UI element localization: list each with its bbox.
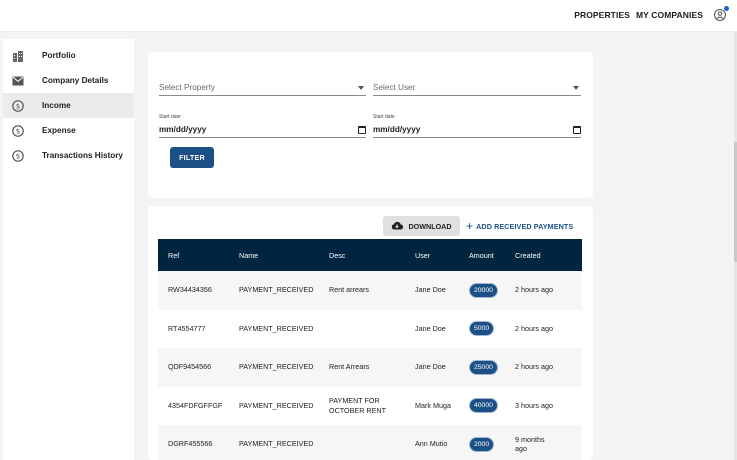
cell-created: 2 hours ago — [515, 323, 553, 333]
cell-desc: Rent Arrears — [329, 362, 370, 372]
account-circle-icon[interactable] — [713, 6, 729, 22]
cell-name: PAYMENT_RECEIVED — [239, 400, 314, 410]
transactions-card: DOWNLOAD + ADD RECEIVED PAYMENTS Ref Nam… — [148, 206, 593, 460]
download-label: DOWNLOAD — [408, 221, 452, 231]
top-nav: PROPERTIES MY COMPANIES — [574, 6, 729, 22]
cell-amount: 5000 — [459, 310, 505, 349]
filter-card: Select Property Select User Start date m… — [148, 52, 593, 198]
dollar-circle-icon: $ — [11, 99, 25, 113]
building-icon — [11, 49, 25, 63]
column-header-created[interactable]: Created — [505, 239, 582, 271]
amount-badge: 40000 — [469, 398, 498, 414]
table-row[interactable]: RT4554777 PAYMENT_RECEIVED Jane Doe 5000… — [158, 309, 582, 349]
cell-desc: Rent arrears — [329, 285, 369, 295]
notification-dot — [724, 6, 729, 11]
add-received-payments-label: ADD RECEIVED PAYMENTS — [476, 221, 574, 231]
cell-created: 2 hours ago — [515, 285, 553, 295]
cell-ref: DGRF455566 — [168, 439, 213, 449]
cell-desc — [319, 310, 405, 349]
start-date-value: mm/dd/yyyy — [159, 125, 207, 134]
start-date-value: mm/dd/yyyy — [373, 125, 421, 134]
table-header-row: Ref Name Desc User Amount Created — [158, 239, 582, 271]
sidebar-item-income[interactable]: $ Income — [3, 93, 134, 118]
sidebar-item-label: Company Details — [42, 76, 109, 85]
sidebar-item-portfolio[interactable]: Portfolio — [3, 43, 134, 68]
add-received-payments-button[interactable]: + ADD RECEIVED PAYMENTS — [466, 216, 573, 236]
column-header-amount[interactable]: Amount — [459, 239, 505, 271]
cell-desc: PAYMENT FOR OCTOBER RENT — [329, 396, 386, 415]
dollar-circle-icon: $ — [11, 149, 25, 163]
sidebar-item-expense[interactable]: $ Expense — [3, 118, 134, 143]
sidebar-item-label: Transactions History — [42, 151, 123, 160]
select-property-dropdown[interactable]: Select Property — [159, 82, 366, 96]
table-row[interactable]: QDF9454566 PAYMENT_RECEIVED Rent Arrears… — [158, 348, 582, 387]
sidebar: Portfolio Company Details $ Income $ Exp… — [3, 39, 134, 460]
calendar-icon[interactable] — [358, 126, 366, 134]
cell-name: PAYMENT_RECEIVED — [239, 439, 314, 449]
chevron-down-icon — [358, 86, 364, 90]
plus-icon: + — [466, 219, 474, 233]
cloud-download-icon — [391, 221, 404, 232]
cell-user: Mark Muga — [415, 400, 451, 410]
cell-amount: 40000 — [459, 387, 505, 426]
cell-ref: 4354FDFGFFGF — [168, 400, 223, 410]
table-row[interactable]: DGRF455566 PAYMENT_RECEIVED Ann Mutio 20… — [158, 425, 582, 460]
sidebar-item-label: Portfolio — [42, 51, 76, 60]
svg-text:$: $ — [16, 152, 20, 160]
cell-amount: 2000 — [459, 425, 505, 460]
cell-ref: RT4554777 — [168, 323, 206, 333]
chevron-down-icon — [573, 86, 579, 90]
cell-amount: 25000 — [459, 348, 505, 387]
select-user-placeholder: Select User — [373, 83, 416, 92]
cell-created: 2 hours ago — [515, 362, 553, 372]
envelope-icon — [11, 74, 25, 88]
filter-button[interactable]: FILTER — [170, 147, 214, 168]
download-button[interactable]: DOWNLOAD — [383, 216, 460, 236]
sidebar-item-company-details[interactable]: Company Details — [3, 68, 134, 93]
column-header-desc[interactable]: Desc — [319, 239, 405, 271]
amount-badge: 5000 — [469, 321, 495, 337]
top-bar: PROPERTIES MY COMPANIES — [0, 0, 737, 32]
column-header-ref[interactable]: Ref — [158, 239, 229, 271]
start-date-input[interactable]: mm/dd/yyyy — [159, 124, 366, 138]
svg-text:$: $ — [16, 102, 20, 110]
cell-user: Jane Doe — [415, 362, 446, 372]
amount-badge: 2000 — [469, 436, 495, 452]
svg-text:$: $ — [16, 127, 20, 135]
nav-link-properties[interactable]: PROPERTIES — [574, 10, 630, 20]
start-date-label: Start date — [159, 114, 181, 120]
cell-created: 3 hours ago — [515, 400, 553, 410]
sidebar-item-label: Expense — [42, 126, 76, 135]
transactions-table: Ref Name Desc User Amount Created RW3443… — [158, 239, 582, 460]
cell-user: Jane Doe — [415, 285, 446, 295]
amount-badge: 25000 — [469, 359, 498, 375]
cell-user: Jane Doe — [415, 323, 446, 333]
cell-ref: QDF9454566 — [168, 362, 212, 372]
calendar-icon[interactable] — [573, 126, 581, 134]
table-row[interactable]: 4354FDFGFFGF PAYMENT_RECEIVED PAYMENT FO… — [158, 386, 582, 426]
cell-desc — [319, 425, 405, 460]
cell-ref: RW34434356 — [168, 285, 212, 295]
table-row[interactable]: RW34434356 PAYMENT_RECEIVED Rent arrears… — [158, 271, 582, 310]
select-property-placeholder: Select Property — [159, 83, 215, 92]
sidebar-item-transactions-history[interactable]: $ Transactions History — [3, 143, 134, 168]
amount-badge: 20000 — [469, 282, 498, 298]
cell-name: PAYMENT_RECEIVED — [239, 323, 314, 333]
sidebar-item-label: Income — [42, 101, 71, 110]
start-date-input-2[interactable]: mm/dd/yyyy — [373, 124, 581, 138]
start-date-label: Start date — [373, 114, 395, 120]
select-user-dropdown[interactable]: Select User — [373, 82, 581, 96]
cell-created: 9 months ago — [515, 434, 545, 454]
cell-amount: 20000 — [459, 271, 505, 310]
dollar-circle-icon: $ — [11, 124, 25, 138]
cell-user: Ann Mutio — [415, 439, 448, 449]
nav-link-my-companies[interactable]: MY COMPANIES — [636, 10, 703, 20]
cell-name: PAYMENT_RECEIVED — [239, 362, 314, 372]
cell-name: PAYMENT_RECEIVED — [239, 285, 314, 295]
column-header-user[interactable]: User — [405, 239, 459, 271]
column-header-name[interactable]: Name — [229, 239, 319, 271]
